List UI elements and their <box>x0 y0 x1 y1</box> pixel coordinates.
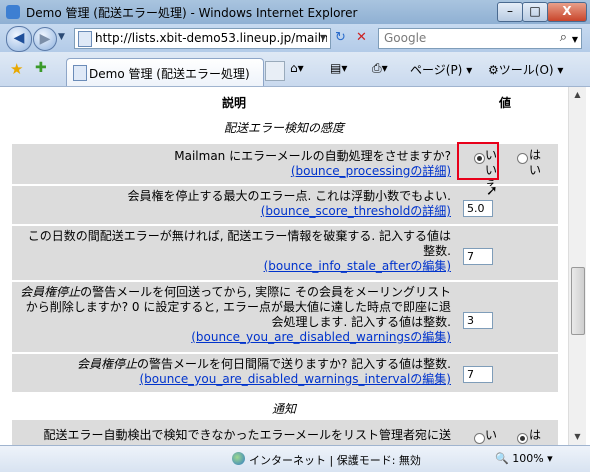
home-icon[interactable]: ⌂▾ <box>290 61 304 75</box>
table-row: 会員権を停止する最大のエラー点. これは浮動小数でもよい. (bounce_sc… <box>12 186 558 224</box>
highlight-box <box>457 142 499 180</box>
page-content: 説明 値 配送エラー検知の感度 Mailman にエラーメールの自動処理をさせま… <box>0 87 568 445</box>
security-zone: インターネット | 保護モード: 無効 <box>249 454 421 467</box>
ie-app-icon <box>6 5 20 19</box>
globe-icon <box>232 452 245 465</box>
bounce-info-stale-after-input[interactable]: 7 <box>463 248 493 265</box>
maximize-button[interactable]: □ <box>522 2 548 22</box>
vertical-scrollbar[interactable]: ▲ ▼ <box>568 87 586 445</box>
radio-no[interactable] <box>474 433 485 444</box>
address-dropdown-icon[interactable]: ▼ <box>320 33 326 42</box>
address-toolbar: ◀ ▶ ▼ http://lists.xbit-demo53.lineup.jp… <box>0 24 590 52</box>
window-titlebar: Demo 管理 (配送エラー処理) - Windows Internet Exp… <box>0 0 590 24</box>
address-field[interactable]: http://lists.xbit-demo53.lineup.jp/mailm… <box>74 28 331 49</box>
radio-yes-label: はい <box>529 428 542 445</box>
radio-no-label: いいえ <box>485 428 498 445</box>
column-header-value: 値 <box>499 96 512 110</box>
row-value: 7 <box>459 354 558 392</box>
radio-yes-label: はい <box>529 148 542 177</box>
radio-yes[interactable] <box>517 433 528 444</box>
ie-page-icon <box>78 31 92 47</box>
page-menu-label: ページ(P) <box>410 63 463 77</box>
row-description: 会員権停止の警告メールを何回送ってから, 実際に その会員をメーリングリストから… <box>20 285 451 344</box>
edit-link-bounce-warnings[interactable]: (bounce_you_are_disabled_warningsの編集) <box>191 330 451 344</box>
history-dropdown-icon[interactable]: ▼ <box>58 32 65 42</box>
stop-icon[interactable]: ✕ <box>356 30 367 45</box>
refresh-icon[interactable]: ↻ <box>335 30 346 45</box>
address-url[interactable]: http://lists.xbit-demo53.lineup.jp/mailm… <box>95 31 327 45</box>
row-value: いいえ はい <box>459 420 558 445</box>
tab-demo-admin[interactable]: Demo 管理 (配送エラー処理) <box>66 58 264 86</box>
scroll-up-icon[interactable]: ▲ <box>569 87 586 103</box>
status-bar: インターネット | 保護モード: 無効 🔍 100% ▾ <box>0 445 590 472</box>
section-title-notification: 通知 <box>271 402 296 416</box>
mouse-cursor-icon: ➚ <box>486 183 498 199</box>
page-menu[interactable]: ページ(P) ▾ <box>410 61 472 78</box>
details-link-bounce-processing[interactable]: (bounce_processingの詳細) <box>291 164 451 178</box>
table-row: 会員権停止の警告メールを何日間隔で送りますか? 記入する値は整数. (bounc… <box>12 354 558 392</box>
tab-bar: ★ ✚ Demo 管理 (配送エラー処理) ⌂▾ ▤▾ ⎙▾ ページ(P) ▾ … <box>0 52 590 87</box>
row-value: 3 <box>459 282 558 352</box>
ie-page-icon <box>73 65 87 81</box>
row-description: 配送エラー自動検出で検知できなかったエラーメールをリスト管理者宛に送 <box>43 428 451 442</box>
search-dropdown-icon[interactable]: ▼ <box>572 35 578 44</box>
section-title-sensitivity: 配送エラー検知の感度 <box>223 121 344 135</box>
forward-icon[interactable]: ▶ <box>33 27 57 51</box>
tools-menu-label: ツール(O) <box>498 63 554 77</box>
favorites-star-icon[interactable]: ★ <box>10 60 23 78</box>
back-icon[interactable]: ◀ <box>6 26 32 52</box>
edit-link-bounce-info-stale-after[interactable]: (bounce_info_stale_afterの編集) <box>264 259 451 273</box>
radio-yes[interactable] <box>517 153 528 164</box>
bounce-warnings-input[interactable]: 3 <box>463 312 493 329</box>
column-header-description: 説明 <box>222 96 247 110</box>
row-description: 会員権停止の警告メールを何日間隔で送りますか? 記入する値は整数. (bounc… <box>76 357 451 386</box>
search-icon[interactable]: ⌕ <box>560 30 567 45</box>
add-favorites-icon[interactable]: ✚ <box>35 60 47 76</box>
table-row: この日数の間配送エラーが無ければ, 配送エラー情報を破棄する. 記入する値は整数… <box>12 226 558 280</box>
row-value: 7 <box>459 226 558 280</box>
scroll-down-icon[interactable]: ▼ <box>569 429 586 445</box>
zoom-level[interactable]: 🔍 100% ▾ <box>495 452 553 465</box>
table-row: 配送エラー自動検出で検知できなかったエラーメールをリスト管理者宛に送 いいえ は… <box>12 420 558 445</box>
search-input[interactable]: Google ⌕ ▼ <box>378 28 582 49</box>
window-title: Demo 管理 (配送エラー処理) - Windows Internet Exp… <box>26 6 358 20</box>
row-description: 会員権を停止する最大のエラー点. これは浮動小数でもよい. (bounce_sc… <box>127 189 451 218</box>
print-icon[interactable]: ⎙▾ <box>372 61 388 76</box>
edit-link-bounce-warnings-interval[interactable]: (bounce_you_are_disabled_warnings_interv… <box>139 372 451 386</box>
new-tab-button[interactable] <box>265 61 285 81</box>
tab-label: Demo 管理 (配送エラー処理) <box>89 67 250 81</box>
row-description: Mailman にエラーメールの自動処理をさせますか? (bounce_proc… <box>174 149 451 178</box>
close-button[interactable]: X <box>547 2 587 22</box>
minimize-button[interactable]: – <box>497 2 523 22</box>
bounce-warnings-interval-input[interactable]: 7 <box>463 366 493 383</box>
scroll-thumb[interactable] <box>571 267 585 335</box>
tools-menu[interactable]: ⚙ツール(O) ▾ <box>488 61 563 78</box>
row-value: 5.0 <box>459 186 558 224</box>
table-row: 会員権停止の警告メールを何回送ってから, 実際に その会員をメーリングリストから… <box>12 282 558 352</box>
search-placeholder: Google <box>384 31 427 45</box>
bounce-score-threshold-input[interactable]: 5.0 <box>463 200 493 217</box>
feeds-icon[interactable]: ▤▾ <box>330 61 347 75</box>
row-description: この日数の間配送エラーが無ければ, 配送エラー情報を破棄する. 記入する値は整数… <box>27 229 451 273</box>
details-link-bounce-score-threshold[interactable]: (bounce_score_thresholdの詳細) <box>261 204 451 218</box>
